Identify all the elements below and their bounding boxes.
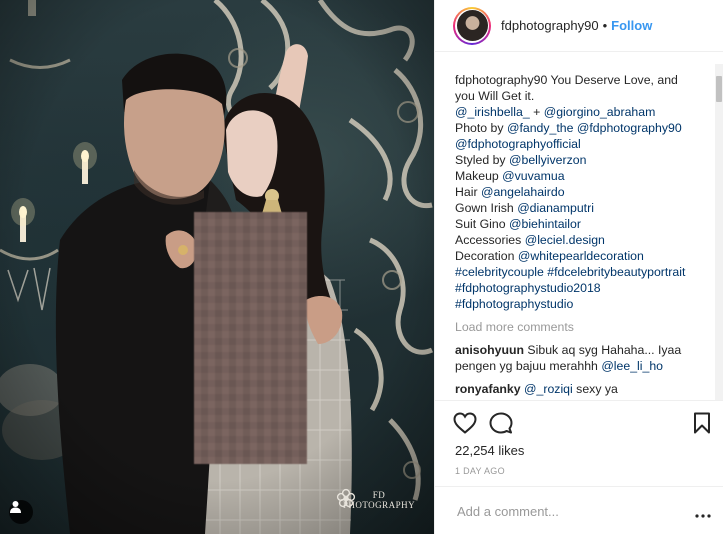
hashtag-link[interactable]: #fdphotographystudio — [455, 297, 573, 311]
caption-username[interactable]: fdphotography90 — [455, 73, 547, 87]
comment-item: anisohyuun Sibuk aq syg Hahaha... Iyaa p… — [455, 342, 711, 374]
profile-toggle-button[interactable] — [9, 500, 33, 524]
instagram-post: FD PHOTOGRAPHY fdphotography90 • Follow … — [0, 0, 723, 534]
comment-text: Sibuk aq syg Hahaha... Iyaa — [524, 343, 682, 357]
comments-scrollbar[interactable] — [715, 64, 723, 400]
caption-line: Gown Irish @dianamputri — [455, 200, 711, 216]
save-button[interactable] — [693, 412, 711, 439]
more-options-icon — [695, 514, 711, 518]
comment-button[interactable] — [489, 412, 513, 439]
mention-link[interactable]: @fandy_the — [507, 121, 574, 135]
more-options-button[interactable] — [695, 505, 711, 523]
caption-text: + — [529, 105, 544, 119]
mention-link[interactable]: @fdphotographyofficial — [455, 137, 581, 151]
caption-text: Suit Gino — [455, 217, 509, 231]
caption-line: Photo by @fandy_the @fdphotography90 — [455, 120, 711, 136]
caption-line: fdphotography90 You Deserve Love, and — [455, 72, 711, 88]
caption-line: Makeup @vuvamua — [455, 168, 711, 184]
comment-username[interactable]: ronyafanky — [455, 382, 521, 396]
caption-line: you Will Get it. — [455, 89, 535, 103]
comment-icon — [489, 412, 513, 434]
caption-text: Hair — [455, 185, 481, 199]
hashtag-link[interactable]: #fdphotographystudio2018 — [455, 281, 601, 295]
caption-line: Decoration @whitepearldecoration — [455, 248, 711, 264]
header-username[interactable]: fdphotography90 — [501, 18, 599, 33]
caption-text: You Deserve Love, and — [547, 73, 678, 87]
caption-line: Styled by @bellyiverzon — [455, 152, 711, 168]
user-icon — [10, 501, 21, 513]
post-side-panel: fdphotography90 • Follow fdphotography90… — [434, 0, 723, 534]
watermark-logo: FD PHOTOGRAPHY — [336, 488, 422, 510]
hashtag-link[interactable]: #celebritycouple — [455, 265, 544, 279]
avatar-image — [456, 10, 488, 41]
caption-text: Decoration — [455, 249, 518, 263]
caption-text: Styled by — [455, 153, 509, 167]
header-separator: • — [602, 18, 608, 33]
comment-line: pengen yg bajuu merahhh @lee_li_ho — [455, 358, 711, 374]
mention-link[interactable]: @angelahairdo — [481, 185, 565, 199]
comment-line: anisohyuun Sibuk aq syg Hahaha... Iyaa — [455, 342, 711, 358]
mention-link[interactable]: @bellyiverzon — [509, 153, 586, 167]
caption-line: #celebritycouple #fdcelebritybeautyportr… — [455, 264, 711, 280]
comment-text: pengen yg bajuu merahhh — [455, 359, 602, 373]
action-bar — [435, 400, 723, 445]
mention-link[interactable]: @_roziqi — [524, 382, 573, 396]
comment-username[interactable]: anisohyuun — [455, 343, 524, 357]
mention-link[interactable]: @giorgino_abraham — [544, 105, 656, 119]
like-button[interactable] — [453, 412, 477, 439]
caption-text: Makeup — [455, 169, 503, 183]
avatar-ring-inner — [455, 8, 489, 43]
comments-list: fdphotography90 You Deserve Love, and yo… — [455, 72, 711, 397]
load-more-comments[interactable]: Load more comments — [455, 319, 711, 335]
mention-link[interactable]: @biehintailor — [509, 217, 581, 231]
post-photo[interactable]: FD PHOTOGRAPHY — [0, 0, 434, 534]
comment-input[interactable] — [455, 500, 699, 522]
mention-link[interactable]: @whitepearldecoration — [518, 249, 644, 263]
caption-line: Suit Gino @biehintailor — [455, 216, 711, 232]
heart-icon — [453, 412, 477, 434]
comment-line: ronyafanky @_roziqi sexy ya — [455, 381, 711, 397]
caption-line: #fdphotographystudio — [455, 296, 711, 312]
caption-text: Photo by — [455, 121, 507, 135]
caption-line: Hair @angelahairdo — [455, 184, 711, 200]
mention-link[interactable]: @lee_li_ho — [601, 359, 663, 373]
mention-link[interactable]: @vuvamua — [502, 169, 564, 183]
post-header: fdphotography90 • Follow — [435, 0, 723, 52]
caption-text: Gown Irish — [455, 201, 518, 215]
scrollbar-thumb[interactable] — [716, 76, 722, 102]
caption-line: @_irishbella_ + @giorgino_abraham — [455, 104, 711, 120]
mention-link[interactable]: @_irishbella_ — [455, 105, 530, 119]
likes-count[interactable]: 22,254 likes — [455, 443, 524, 458]
censor-blur — [194, 212, 307, 464]
post-timestamp[interactable]: 1 DAY AGO — [455, 466, 505, 476]
mention-link[interactable]: @dianamputri — [517, 201, 594, 215]
caption-text: Accessories — [455, 233, 525, 247]
hashtag-link[interactable]: #fdcelebritybeautyportrait — [547, 265, 685, 279]
add-comment-box — [435, 486, 723, 535]
avatar[interactable] — [453, 6, 491, 45]
bookmark-icon — [694, 412, 710, 434]
caption-line: #fdphotographystudio2018 — [455, 280, 711, 296]
comment-text: sexy ya — [572, 382, 618, 396]
follow-button[interactable]: Follow — [611, 18, 652, 33]
mention-link[interactable]: @fdphotography90 — [577, 121, 682, 135]
comment-item: ronyafanky @_roziqi sexy ya — [455, 381, 711, 397]
mention-link[interactable]: @leciel.design — [525, 233, 605, 247]
caption-line: @fdphotographyofficial — [455, 136, 711, 152]
watermark-flower-icon — [336, 488, 356, 508]
caption-line: Accessories @leciel.design — [455, 232, 711, 248]
